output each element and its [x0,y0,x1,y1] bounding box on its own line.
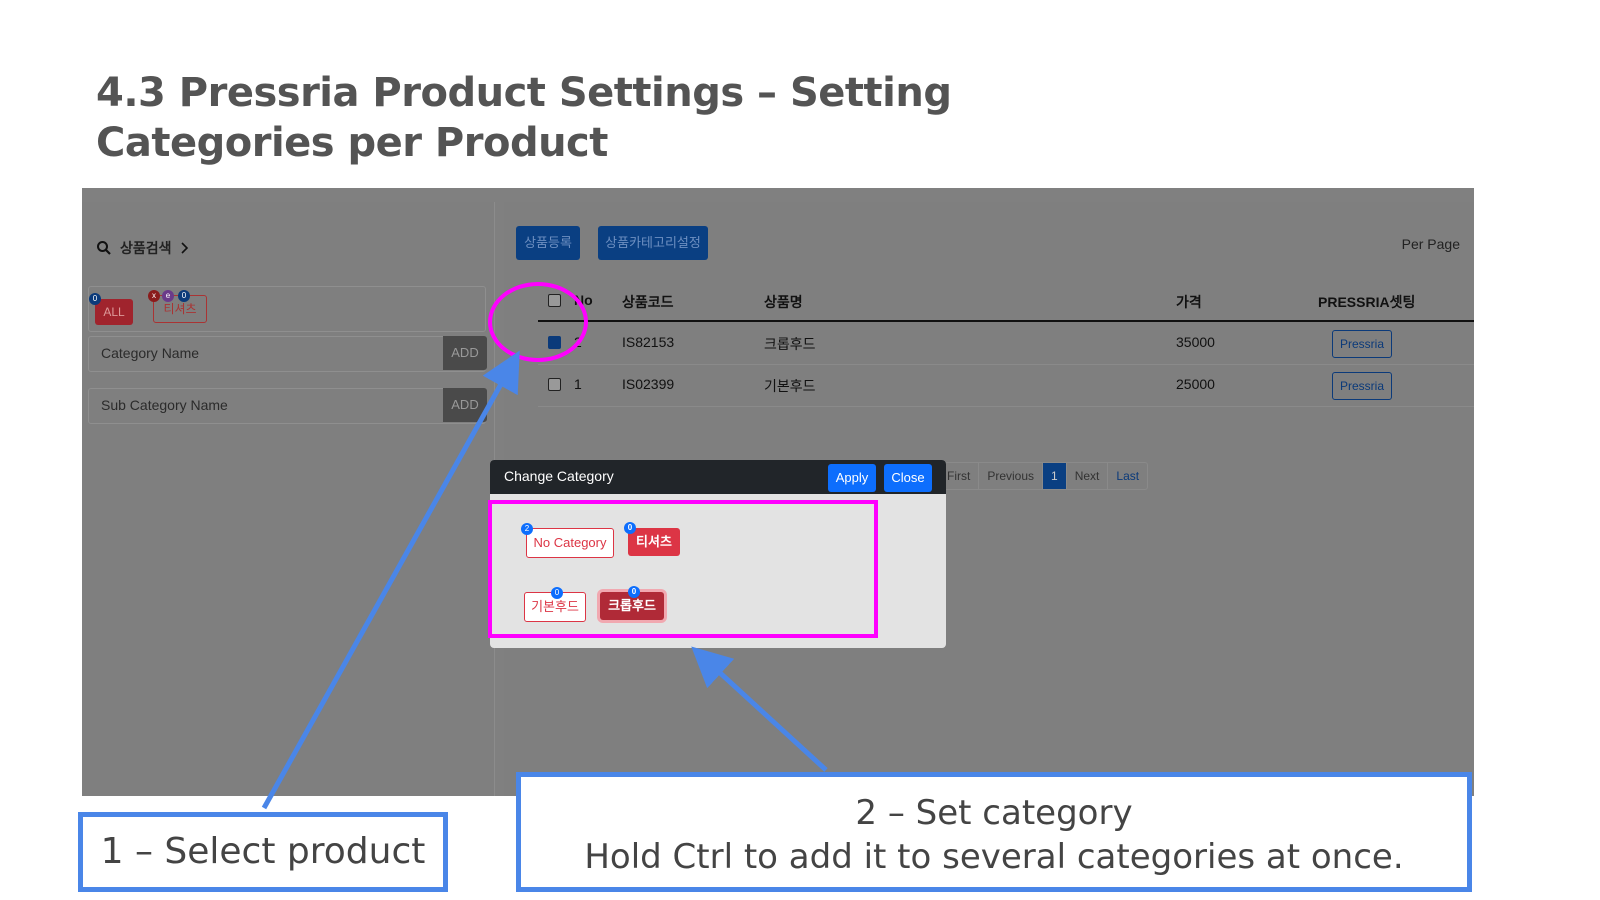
row-code: IS82153 [622,334,675,350]
category-name-input-group: Category Name ADD [88,336,487,372]
table-row[interactable]: 1 IS02399 기본후드 25000 Pressria [538,364,1474,407]
category-chip-tshirt[interactable]: 티셔츠 x e 0 [148,290,207,323]
modal-header: Change Category Apply Close [490,460,946,494]
callout-step1-text: 1 – Select product [100,831,426,872]
pager-current-page[interactable]: 1 [1043,463,1067,489]
callout-step2: 2 – Set category Hold Ctrl to add it to … [516,772,1472,892]
col-header-name: 상품명 [764,294,803,310]
col-header-pressria: PRESSRIA셋팅 [1318,294,1416,310]
slide-title-line-2: Categories per Product [96,120,608,166]
row-price: 25000 [1176,376,1215,392]
product-search-toggle[interactable]: 상품검색 [96,238,190,258]
register-product-button[interactable]: 상품등록 [516,226,580,260]
add-subcategory-button[interactable]: ADD [443,388,487,422]
highlight-rect-set-category [488,500,878,638]
pressria-button[interactable]: Pressria [1332,330,1392,358]
pager-last[interactable]: Last [1108,463,1147,489]
table-header: No 상품코드 상품명 가격 PRESSRIA셋팅 [538,286,1474,322]
col-header-price: 가격 [1176,294,1202,310]
subcategory-name-input[interactable]: Sub Category Name [101,397,228,413]
chip-all-label: ALL [103,305,125,319]
subcategory-name-input-group: Sub Category Name ADD [88,388,487,424]
col-header-code: 상품코드 [622,294,674,310]
row-name: 크롭후드 [764,336,816,352]
chip-tee-count-badge: 0 [178,290,190,302]
category-chip-all[interactable]: ALL 0 [89,293,133,325]
row-name: 기본후드 [764,378,816,394]
pager-previous[interactable]: Previous [979,463,1044,489]
callout-step2-line-1: 2 – Set category [855,793,1133,833]
category-sidebar: 상품검색 ALL 0 티셔츠 x e 0 Category Name ADD S… [82,202,495,796]
callout-step1: 1 – Select product [78,812,448,892]
product-category-setting-button[interactable]: 상품카테고리설정 [598,226,708,260]
pager-next[interactable]: Next [1067,463,1109,489]
search-label: 상품검색 [120,240,172,256]
table-row[interactable]: 2 IS82153 크롭후드 35000 Pressria [538,322,1474,365]
chip-edit-badge[interactable]: e [162,290,174,302]
category-chip-box: ALL 0 티셔츠 x e 0 [88,286,486,332]
add-category-button[interactable]: ADD [443,336,487,370]
apply-button[interactable]: Apply [828,464,876,492]
modal-title: Change Category [504,468,614,484]
callout-step2-line-2: Hold Ctrl to add it to several categorie… [584,837,1404,877]
row-checkbox[interactable] [548,378,561,391]
chip-all-count-badge: 0 [89,293,101,305]
category-name-input[interactable]: Category Name [101,345,199,361]
chip-tee-label: 티셔츠 [163,302,197,316]
row-price: 35000 [1176,334,1215,350]
slide-title-line-1: 4.3 Pressria Product Settings – Setting [96,70,952,116]
slide-title: 4.3 Pressria Product Settings – Setting … [96,68,996,168]
row-no: 1 [574,376,582,392]
pagination: First Previous 1 Next Last [938,462,1149,490]
search-icon [97,241,111,255]
per-page-label: Per Page [1401,236,1460,252]
highlight-ellipse-select-product [488,282,588,362]
chip-delete-badge[interactable]: x [148,290,160,302]
pressria-button[interactable]: Pressria [1332,372,1392,400]
row-code: IS02399 [622,376,675,392]
app-screenshot: 상품검색 ALL 0 티셔츠 x e 0 Category Name ADD S… [82,188,1474,796]
chevron-right-icon [180,242,188,254]
close-button[interactable]: Close [884,464,932,492]
